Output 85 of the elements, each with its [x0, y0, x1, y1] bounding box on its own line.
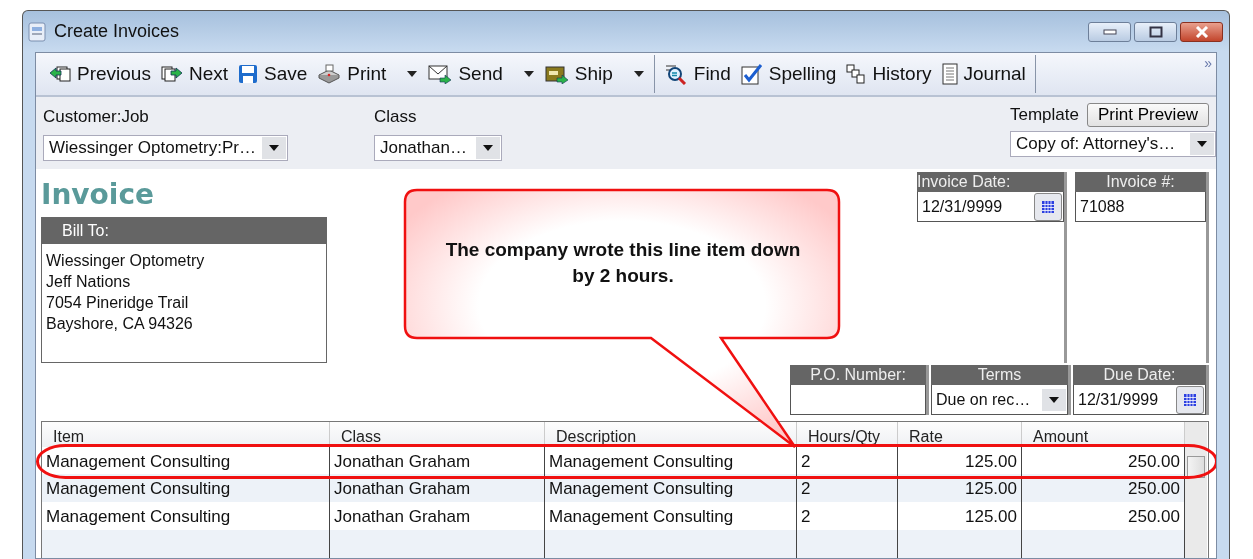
table-cell[interactable]: Management Consulting — [46, 479, 231, 499]
address-line: 7054 Pineridge Trail — [45, 293, 190, 313]
close-button[interactable] — [1180, 21, 1223, 42]
dropdown-caret-icon[interactable] — [632, 70, 645, 78]
template-dropdown[interactable]: Copy of: Attorney's… — [1010, 131, 1216, 157]
toolbar-button[interactable]: Ship — [539, 56, 650, 92]
terms-dropdown[interactable]: Due on rec… — [931, 385, 1068, 415]
table-cell[interactable]: Management Consulting — [549, 507, 734, 526]
table-cell[interactable]: Management Consulting — [549, 479, 734, 499]
bill-to-box[interactable]: Bill To: Wiessinger Optometry Jeff Nations 7054 Pineridge Trail Bayshore, CA 94326 — [41, 217, 327, 363]
table-cell[interactable]: 250.00 — [1128, 451, 1180, 471]
field-label: Customer:Job — [43, 107, 150, 127]
field-label: Due Date: — [1073, 365, 1206, 385]
document-icon — [941, 63, 958, 85]
printer-icon — [317, 64, 342, 84]
invoice-date-field[interactable]: 12/31/9999 — [917, 192, 1064, 222]
table-cell[interactable]: 250.00 — [1128, 479, 1180, 499]
table-cell[interactable]: Jonathan Graham — [334, 507, 471, 526]
table-cell[interactable]: 125.00 — [965, 507, 1017, 526]
field-label: Template — [1010, 105, 1079, 125]
caret-icon — [268, 144, 280, 152]
table-cell[interactable]: Jonathan Graham — [334, 451, 471, 471]
field-label: Terms — [931, 365, 1068, 385]
box-icon — [544, 64, 569, 84]
calendar-icon[interactable] — [1176, 385, 1204, 414]
field-label: Invoice #: — [1075, 172, 1206, 192]
maximize-icon — [1148, 25, 1163, 38]
field-label: Class — [373, 107, 418, 127]
calendar-icon[interactable] — [1034, 192, 1062, 221]
checkmark-icon — [740, 63, 763, 85]
toolbar-button[interactable]: Next — [155, 56, 233, 92]
dropdown-caret-icon[interactable] — [406, 70, 419, 78]
table-cell[interactable]: 2 — [801, 479, 811, 499]
toolbar-button[interactable]: Previous — [44, 56, 156, 92]
toolbar-button[interactable]: Journal — [936, 56, 1031, 92]
envelope-icon — [428, 64, 453, 84]
invoice-heading: Invoice — [41, 178, 156, 211]
print-preview-button[interactable]: Print Preview — [1087, 103, 1210, 127]
window-title: Create Invoices — [54, 21, 180, 42]
column-header[interactable]: Class — [330, 422, 545, 447]
search-icon — [663, 63, 688, 85]
po-number-field[interactable] — [790, 385, 926, 415]
table-cell[interactable]: Management Consulting — [46, 507, 231, 526]
table-cell[interactable]: 125.00 — [965, 479, 1017, 499]
address-line: Bayshore, CA 94326 — [45, 314, 194, 334]
forward-arrow-icon — [160, 65, 183, 83]
table-cell[interactable]: Management Consulting — [549, 451, 734, 471]
minimize-button[interactable] — [1088, 21, 1131, 42]
dropdown-caret-icon[interactable] — [522, 70, 535, 78]
column-header[interactable]: Hours/Qty — [797, 422, 898, 447]
minimize-icon — [1102, 28, 1117, 35]
table-cell[interactable]: 250.00 — [1128, 507, 1180, 526]
maximize-button[interactable] — [1134, 21, 1177, 42]
address-line: Jeff Nations — [45, 272, 132, 292]
toolbar-button[interactable]: Spelling — [735, 56, 842, 92]
toolbar-button[interactable]: Save — [233, 56, 313, 92]
document-icon — [28, 21, 46, 42]
due-date-field[interactable]: 12/31/9999 — [1073, 385, 1206, 415]
field-label: Invoice Date: — [917, 172, 1064, 192]
toolbar-button[interactable]: Find — [658, 56, 736, 92]
table-cell[interactable]: Management Consulting — [46, 451, 231, 471]
column-header[interactable]: Rate — [898, 422, 1022, 447]
field-label: P.O. Number: — [790, 365, 926, 385]
caret-icon — [1196, 140, 1208, 148]
invoice-number-field[interactable]: 71088 — [1075, 192, 1206, 222]
stacked-pages-icon — [846, 64, 867, 84]
table-cell[interactable]: Jonathan Graham — [334, 479, 471, 499]
address-line: Wiessinger Optometry — [45, 251, 206, 271]
close-icon — [1193, 25, 1210, 38]
class-dropdown[interactable]: Jonathan… — [373, 135, 502, 161]
column-header[interactable]: Item — [42, 422, 330, 447]
toolbar-button[interactable]: Print — [312, 56, 424, 92]
scrollbar[interactable] — [1185, 422, 1207, 558]
toolbar-overflow-chevron[interactable]: » — [1204, 55, 1212, 71]
table-cell[interactable]: 2 — [801, 451, 811, 471]
back-arrow-icon — [49, 65, 71, 83]
toolbar-button[interactable]: History — [841, 56, 937, 92]
toolbar-button[interactable]: Send — [423, 56, 540, 92]
caret-icon — [1048, 395, 1060, 404]
bill-to-label: Bill To: — [42, 218, 326, 244]
table-cell[interactable]: 125.00 — [965, 451, 1017, 471]
callout-text: The company wrote this line item down by 2 hours. — [444, 238, 802, 288]
caret-icon — [481, 144, 494, 152]
customer-job-dropdown[interactable]: Wiessinger Optometry:Pr… — [43, 135, 288, 161]
table-cell[interactable]: 2 — [801, 507, 811, 526]
